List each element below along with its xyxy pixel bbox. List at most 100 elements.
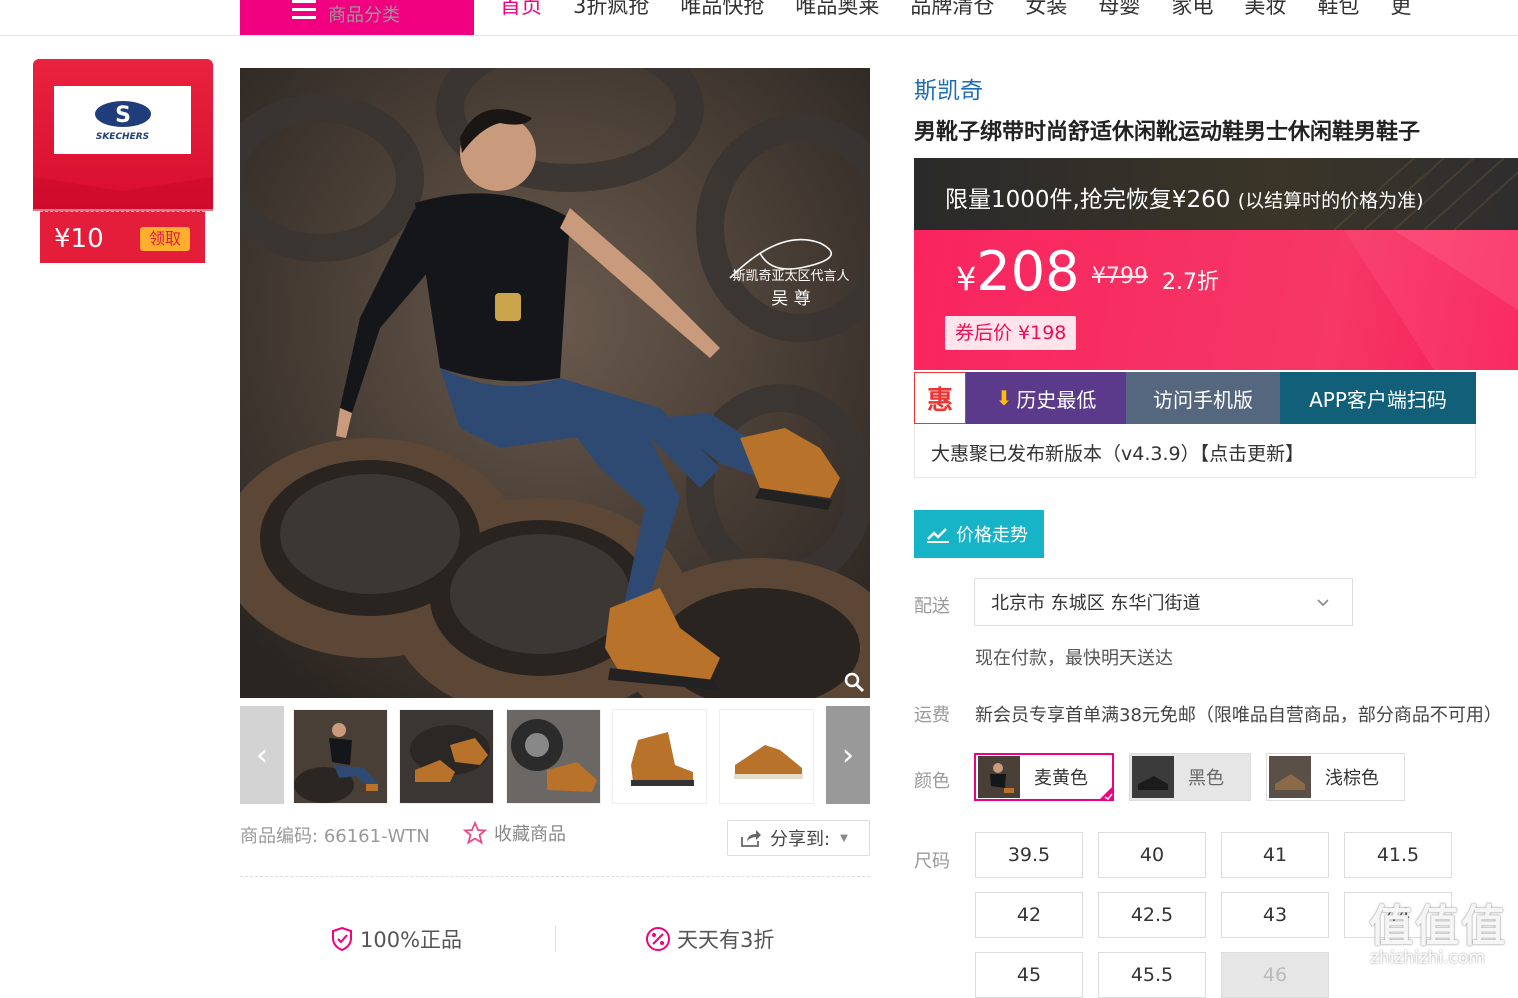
thumbnail[interactable]	[293, 709, 388, 804]
nav-link-outlet[interactable]: 唯品奥莱	[795, 0, 879, 22]
coupon-bottom: ¥10 领取	[40, 211, 205, 263]
size-option[interactable]: 43	[1221, 892, 1329, 938]
thumbnail-strip: ‹ ›	[240, 706, 870, 804]
size-option[interactable]: 45	[975, 952, 1083, 998]
share-icon	[741, 830, 761, 847]
thumbnail[interactable]	[506, 709, 601, 804]
share-dropdown[interactable]: 分享到: ▼	[727, 820, 870, 856]
history-low-label: 历史最低	[1016, 387, 1097, 412]
trend-chart-icon	[927, 528, 949, 543]
nav-link-women[interactable]: 女装	[1025, 0, 1067, 22]
coupon-notch	[33, 177, 213, 211]
coupon-amount: ¥10	[54, 224, 104, 254]
chevron-down-icon	[1317, 599, 1329, 607]
nav-links: 首页 3折疯抢 唯品快抢 唯品奥莱 品牌清仓 女装 母婴 家电 美妆 鞋包 更	[500, 0, 1442, 22]
color-option-label: 黑色	[1188, 768, 1224, 789]
endorser-name: 吴 尊	[771, 289, 810, 309]
nav-link-sale[interactable]: 3折疯抢	[573, 0, 649, 22]
skechers-s-icon: S	[94, 101, 151, 128]
coupon-get-button[interactable]: 领取	[140, 227, 190, 251]
nav-link-appliance[interactable]: 家电	[1171, 0, 1213, 22]
promo-text: 限量1000件,抢完恢复¥260 (以结算时的价格为准)	[945, 180, 1424, 214]
star-icon	[462, 821, 488, 845]
current-price: ¥208	[956, 240, 1079, 303]
thumbnail[interactable]	[719, 709, 814, 804]
nav-link-clearance[interactable]: 品牌清仓	[910, 0, 994, 22]
nav-link-more[interactable]: 更	[1390, 0, 1411, 22]
brand-link[interactable]: 斯凯奇	[914, 71, 983, 105]
address-selector[interactable]: 北京市 东城区 东华门街道	[974, 578, 1353, 626]
size-option[interactable]: 40	[1098, 832, 1206, 878]
delivery-label: 配送	[914, 596, 950, 617]
site-watermark-url: zhizhizhi.com	[1370, 948, 1485, 968]
history-low-button[interactable]: ⬇ 历史最低	[966, 372, 1126, 424]
selected-check-icon	[1098, 785, 1114, 801]
app-scan-button[interactable]: APP客户端扫码	[1280, 372, 1476, 424]
promo-note: (以结算时的价格为准)	[1237, 190, 1424, 212]
divider	[555, 926, 556, 952]
main-product-image[interactable]: 斯凯奇亚太区代言人 吴 尊	[240, 68, 870, 698]
product-code-value: 66161-WTN	[323, 826, 430, 847]
chevron-right-icon: ›	[842, 737, 854, 773]
color-swatch	[978, 756, 1020, 798]
product-title: 男靴子绑带时尚舒适休闲靴运动鞋男士休闲鞋男鞋子	[914, 120, 1421, 145]
extension-logo[interactable]: 惠	[914, 372, 966, 424]
price-trend-label: 价格走势	[956, 525, 1028, 546]
svg-text:S: S	[115, 103, 131, 128]
thumbnail-image	[507, 710, 600, 803]
discount-rate: 2.7折	[1162, 270, 1219, 295]
size-option[interactable]: 45.5	[1098, 952, 1206, 998]
endorser-title: 斯凯奇亚太区代言人	[732, 268, 849, 284]
extension-toolbar: 惠 ⬇ 历史最低 访问手机版 APP客户端扫码	[914, 372, 1476, 424]
original-price: ¥799	[1092, 264, 1148, 289]
favorite-button[interactable]: 收藏商品	[462, 820, 566, 846]
size-option[interactable]: 42	[975, 892, 1083, 938]
color-option-wheat[interactable]: 麦黄色	[974, 753, 1114, 801]
thumbnail[interactable]	[399, 709, 494, 804]
color-label: 颜色	[914, 771, 950, 792]
nav-link-beauty[interactable]: 美妆	[1244, 0, 1286, 22]
thumb-prev-button[interactable]: ‹	[240, 706, 284, 804]
shipping-text: 新会员专享首单满38元免邮（限唯品自营商品，部分商品不可用）	[975, 705, 1502, 726]
size-option[interactable]: 39.5	[975, 832, 1083, 878]
thumbnail-image	[720, 710, 813, 803]
color-option-light-brown[interactable]: 浅棕色	[1266, 753, 1405, 801]
shield-check-icon	[332, 926, 352, 952]
product-code-label: 商品编码:	[240, 826, 319, 847]
nav-link-flash[interactable]: 唯品快抢	[680, 0, 764, 22]
favorite-label: 收藏商品	[494, 824, 566, 845]
nav-link-home[interactable]: 首页	[500, 0, 542, 22]
thumbnail[interactable]	[612, 709, 707, 804]
shipping-label: 运费	[914, 705, 950, 726]
update-notice[interactable]: 大惠聚已发布新版本（v4.3.9）【点击更新】	[914, 424, 1476, 478]
percent-icon	[646, 927, 670, 951]
chevron-left-icon: ‹	[256, 737, 268, 773]
category-menu-button[interactable]: 商品分类	[240, 0, 474, 35]
top-nav: 商品分类 首页 3折疯抢 唯品快抢 唯品奥莱 品牌清仓 女装 母婴 家电 美妆 …	[0, 0, 1518, 36]
price-trend-button[interactable]: 价格走势	[914, 510, 1044, 558]
address-value: 北京市 东城区 东华门街道	[991, 593, 1201, 614]
nav-link-baby[interactable]: 母婴	[1098, 0, 1140, 22]
mobile-version-button[interactable]: 访问手机版	[1126, 372, 1280, 424]
thumb-next-button[interactable]: ›	[826, 706, 870, 804]
product-photo: 斯凯奇亚太区代言人 吴 尊	[240, 68, 870, 698]
size-option[interactable]: 41.5	[1344, 832, 1452, 878]
site-watermark: 值值值	[1369, 901, 1507, 952]
color-swatch	[1132, 756, 1174, 798]
guarantee-authentic: 100%正品	[330, 924, 462, 954]
price-box: ¥208 ¥799 2.7折 券后价 ¥198	[914, 230, 1518, 370]
guarantee-authentic-label: 100%正品	[360, 928, 463, 952]
nav-link-bags[interactable]: 鞋包	[1317, 0, 1359, 22]
thumbnail-image	[400, 710, 493, 803]
size-option[interactable]: 42.5	[1098, 892, 1206, 938]
size-option[interactable]: 41	[1221, 832, 1329, 878]
category-menu-label: 商品分类	[328, 5, 400, 26]
price-value: 208	[976, 240, 1080, 303]
guarantee-discount-label: 天天有3折	[677, 928, 775, 952]
color-option-black[interactable]: 黑色	[1129, 753, 1251, 801]
after-coupon-price: 券后价 ¥198	[945, 316, 1077, 350]
size-option-unavailable[interactable]: 46	[1221, 952, 1329, 998]
color-option-label: 浅棕色	[1325, 768, 1379, 789]
menu-icon	[292, 0, 316, 20]
brand-coupon[interactable]: S SKECHERS ¥10 领取	[33, 59, 213, 264]
